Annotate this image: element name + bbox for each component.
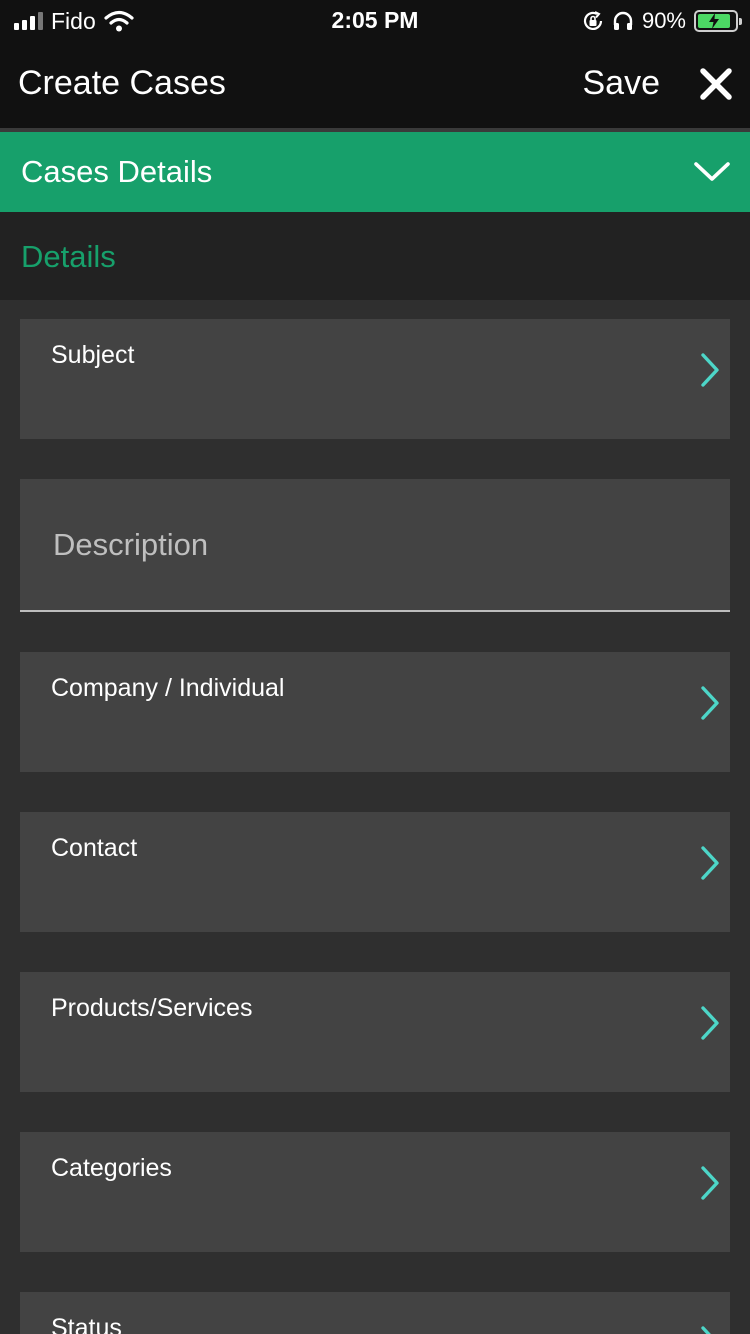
chevron-right-icon <box>701 1006 719 1040</box>
close-button[interactable] <box>696 64 736 104</box>
chevron-right-icon <box>701 686 719 720</box>
categories-field[interactable]: Categories <box>20 1132 730 1252</box>
contact-field[interactable]: Contact <box>20 812 730 932</box>
close-icon <box>700 68 732 100</box>
section-header-cases-details[interactable]: Cases Details <box>0 132 750 212</box>
subsection-details: Details <box>0 212 750 300</box>
status-bar: Fido 2:05 PM 90% <box>0 0 750 42</box>
app-header: Create Cases Save <box>0 42 750 130</box>
chevron-right-icon <box>701 1326 711 1334</box>
subsection-title: Details <box>21 239 116 274</box>
status-label: Status <box>51 1314 122 1334</box>
battery-charging-icon <box>694 10 742 32</box>
company-individual-label: Company / Individual <box>51 674 285 702</box>
categories-label: Categories <box>51 1154 172 1182</box>
company-individual-field[interactable]: Company / Individual <box>20 652 730 772</box>
contact-label: Contact <box>51 834 138 862</box>
status-right: 90% <box>582 7 742 35</box>
chevron-right-icon <box>701 846 719 880</box>
subject-field[interactable]: Subject <box>20 319 730 439</box>
section-title: Cases Details <box>21 154 213 189</box>
battery-level <box>698 13 731 29</box>
status-field[interactable]: Status <box>20 1292 730 1334</box>
chevron-down-icon <box>694 162 730 181</box>
description-field[interactable] <box>20 479 730 612</box>
battery-percent: 90% <box>641 8 686 33</box>
chevron-right-icon <box>701 1166 719 1200</box>
orientation-lock-icon <box>583 11 603 30</box>
description-input[interactable] <box>20 479 730 610</box>
chevron-right-icon <box>701 353 719 387</box>
subject-label: Subject <box>51 341 135 369</box>
products-services-field[interactable]: Products/Services <box>20 972 730 1092</box>
save-button[interactable]: Save <box>583 64 661 103</box>
headphones-icon <box>613 11 633 30</box>
products-services-label: Products/Services <box>51 994 253 1022</box>
page-title: Create Cases <box>18 64 226 102</box>
